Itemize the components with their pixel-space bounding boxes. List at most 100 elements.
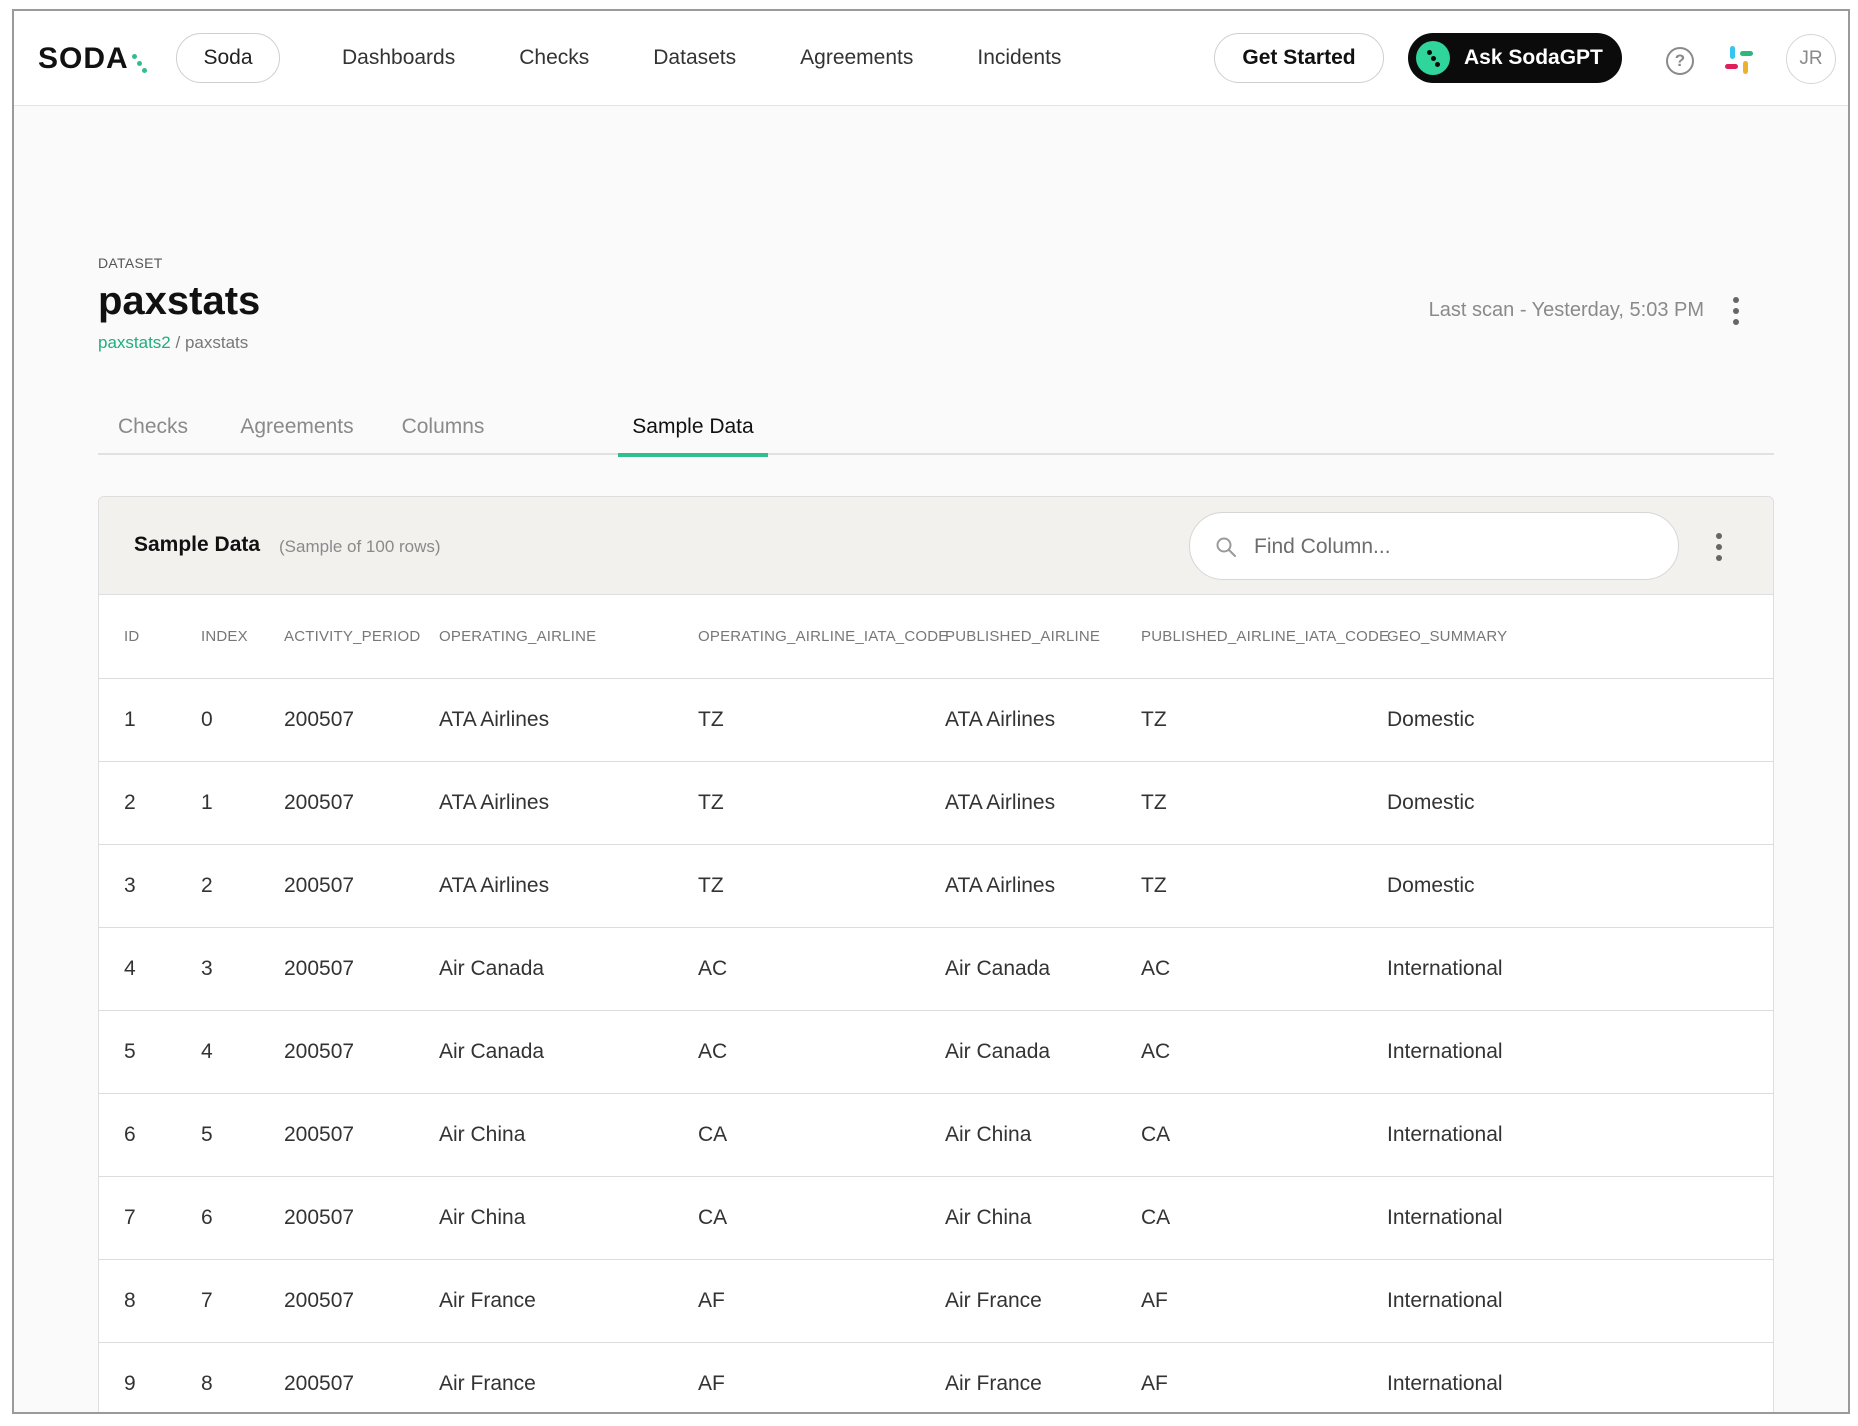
- last-scan-label: Last scan - Yesterday, 5:03 PM: [1428, 299, 1704, 321]
- table-cell: 200507: [259, 927, 414, 1011]
- nav-item-checks[interactable]: Checks: [519, 33, 589, 83]
- get-started-button[interactable]: Get Started: [1214, 33, 1384, 83]
- column-header[interactable]: ID: [99, 595, 176, 679]
- breadcrumb-separator: /: [170, 333, 185, 352]
- page-title: paxstats: [98, 279, 261, 323]
- table-cell: 6: [176, 1176, 259, 1260]
- ask-sodagpt-button[interactable]: Ask SodaGPT: [1408, 33, 1622, 83]
- org-switcher-button[interactable]: Soda: [176, 33, 280, 83]
- find-column-input[interactable]: [1254, 527, 1654, 567]
- table-cell: 8: [99, 1259, 176, 1343]
- table-cell: Air Canada: [920, 927, 1116, 1011]
- column-header[interactable]: OPERATING_AIRLINE_IATA_CODE: [673, 595, 948, 679]
- slack-icon[interactable]: [1724, 45, 1754, 75]
- table-row: 1 0 200507 ATA Airlines TZ ATA Airlines …: [99, 678, 1773, 762]
- table-cell: 200507: [259, 1010, 414, 1094]
- table-cell: ATA Airlines: [414, 761, 673, 845]
- user-avatar[interactable]: JR: [1786, 34, 1836, 84]
- table-cell: 2: [176, 844, 259, 928]
- table-cell: CA: [673, 1093, 920, 1177]
- table-cell: Air China: [920, 1093, 1116, 1177]
- table-cell: CA: [1116, 1093, 1362, 1177]
- table-cell: 200507: [259, 1176, 414, 1260]
- table-row: 8 7 200507 Air France AF Air France AF I…: [99, 1259, 1773, 1343]
- table-cell: 200507: [259, 1259, 414, 1343]
- tab-columns[interactable]: Columns: [388, 399, 498, 455]
- table-cell: ATA Airlines: [414, 844, 673, 928]
- table-cell: 200507: [259, 1093, 414, 1177]
- column-header[interactable]: OPERATING_AIRLINE: [414, 595, 673, 679]
- table-row: 2 1 200507 ATA Airlines TZ ATA Airlines …: [99, 761, 1773, 845]
- table-cell: Air Canada: [414, 927, 673, 1011]
- column-header[interactable]: INDEX: [176, 595, 259, 679]
- dataset-tabs: Checks Agreements Columns Sample Data: [98, 399, 1774, 457]
- table-cell: ATA Airlines: [920, 844, 1116, 928]
- table-cell: 9: [99, 1342, 176, 1412]
- sample-data-table: ID INDEX ACTIVITY_PERIOD OPERATING_AIRLI…: [99, 595, 1773, 1412]
- table-cell: ATA Airlines: [920, 678, 1116, 762]
- tab-checks[interactable]: Checks: [98, 399, 208, 455]
- logo-text: SODA: [38, 42, 129, 75]
- column-header[interactable]: PUBLISHED_AIRLINE_IATA_CODE: [1116, 595, 1389, 679]
- table-cell: 5: [99, 1010, 176, 1094]
- table-cell: Domestic: [1362, 761, 1773, 845]
- table-cell: 0: [176, 678, 259, 762]
- table-cell: Air France: [920, 1259, 1116, 1343]
- table-cell: International: [1362, 1010, 1773, 1094]
- find-column-search[interactable]: [1189, 512, 1679, 580]
- table-cell: Air France: [414, 1342, 673, 1412]
- sample-data-more-icon[interactable]: [1715, 533, 1723, 561]
- app-window: SODA Soda Dashboards Checks Datasets Agr…: [12, 9, 1850, 1414]
- table-cell: 8: [176, 1342, 259, 1412]
- help-icon[interactable]: ?: [1666, 47, 1694, 75]
- table-row: 9 8 200507 Air France AF Air France AF I…: [99, 1342, 1773, 1412]
- table-cell: Domestic: [1362, 678, 1773, 762]
- table-cell: 6: [99, 1093, 176, 1177]
- table-cell: CA: [673, 1176, 920, 1260]
- column-header[interactable]: PUBLISHED_AIRLINE: [920, 595, 1116, 679]
- table-cell: AF: [1116, 1342, 1362, 1412]
- table-cell: CA: [1116, 1176, 1362, 1260]
- table-cell: AC: [1116, 1010, 1362, 1094]
- soda-logo[interactable]: SODA: [38, 41, 147, 77]
- table-row: 4 3 200507 Air Canada AC Air Canada AC I…: [99, 927, 1773, 1011]
- table-cell: 200507: [259, 761, 414, 845]
- table-cell: 1: [99, 678, 176, 762]
- table-cell: 7: [176, 1259, 259, 1343]
- sample-data-title: Sample Data: [134, 533, 261, 556]
- table-cell: AF: [673, 1259, 920, 1343]
- tab-sample-data[interactable]: Sample Data: [618, 399, 768, 457]
- table-cell: AF: [673, 1342, 920, 1412]
- breadcrumb: paxstats2 / paxstats: [98, 333, 248, 353]
- nav-item-incidents[interactable]: Incidents: [977, 33, 1061, 83]
- table-cell: International: [1362, 1093, 1773, 1177]
- sodagpt-icon: [1416, 41, 1450, 75]
- table-cell: 3: [99, 844, 176, 928]
- table-cell: 5: [176, 1093, 259, 1177]
- sample-data-subtitle: (Sample of 100 rows): [279, 537, 441, 556]
- nav-item-datasets[interactable]: Datasets: [653, 33, 736, 83]
- table-cell: 4: [176, 1010, 259, 1094]
- table-cell: 200507: [259, 678, 414, 762]
- table-cell: 4: [99, 927, 176, 1011]
- table-cell: Air China: [920, 1176, 1116, 1260]
- column-header[interactable]: ACTIVITY_PERIOD: [259, 595, 420, 679]
- table-cell: TZ: [673, 844, 920, 928]
- table-cell: 1: [176, 761, 259, 845]
- table-cell: Air Canada: [414, 1010, 673, 1094]
- table-cell: Air Canada: [920, 1010, 1116, 1094]
- table-header-row: ID INDEX ACTIVITY_PERIOD OPERATING_AIRLI…: [99, 595, 1773, 679]
- dataset-more-icon[interactable]: [1732, 297, 1740, 325]
- nav-item-agreements[interactable]: Agreements: [800, 33, 913, 83]
- nav-item-dashboards[interactable]: Dashboards: [342, 33, 455, 83]
- table-cell: ATA Airlines: [920, 761, 1116, 845]
- table-cell: 3: [176, 927, 259, 1011]
- column-header[interactable]: GEO_SUMMARY: [1362, 595, 1773, 679]
- table-cell: International: [1362, 1342, 1773, 1412]
- ask-sodagpt-label: Ask SodaGPT: [1464, 46, 1603, 69]
- logo-dots-icon: [131, 52, 147, 74]
- table-cell: TZ: [1116, 844, 1362, 928]
- sample-data-panel: Sample Data (Sample of 100 rows) ID INDE…: [98, 496, 1774, 1412]
- tab-agreements[interactable]: Agreements: [230, 399, 364, 455]
- breadcrumb-link-datasource[interactable]: paxstats2: [98, 333, 171, 352]
